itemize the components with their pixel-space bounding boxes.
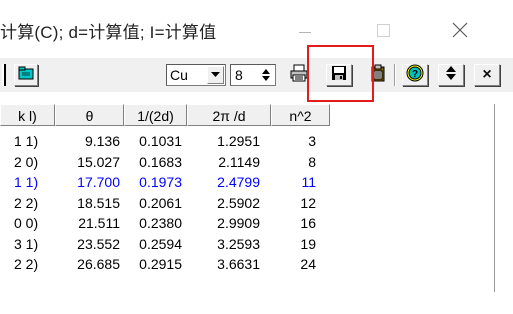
- column-header-2pi-d[interactable]: 2π /d: [187, 104, 271, 126]
- table-cell: 2.5902: [217, 194, 260, 211]
- title-bar: 计算(C); d=计算值; I=计算值: [0, 0, 513, 58]
- table-row[interactable]: 3 1) 23.552 0.2594 3.2593 19: [0, 235, 330, 255]
- table-cell: 24: [300, 256, 316, 272]
- table-cell: 0.2061: [139, 194, 182, 211]
- help-button[interactable]: ?: [402, 64, 428, 86]
- table-cell: 11: [301, 174, 316, 190]
- close-x-icon: ×: [482, 66, 492, 83]
- toolbar-separator: [394, 64, 396, 86]
- table-cell: 3 1): [14, 235, 39, 252]
- table-cell: 18.515: [77, 194, 120, 211]
- spin-value: 8: [235, 67, 243, 83]
- table-header: k l) θ 1/(2d) 2π /d n^2: [0, 104, 494, 128]
- order-spin-field[interactable]: 8: [230, 64, 276, 86]
- table-cell: 26.685: [77, 256, 120, 272]
- table-cell: 3.6631: [217, 256, 260, 272]
- column-header-inv2d[interactable]: 1/(2d): [124, 104, 187, 126]
- table-cell: 2.9909: [217, 215, 260, 231]
- save-icon: [331, 65, 347, 86]
- spin-arrows-icon[interactable]: [257, 66, 274, 84]
- table-row[interactable]: 0 0) 21.511 0.2380 2.9909 16: [0, 214, 330, 234]
- table-cell: 2 0): [14, 153, 39, 170]
- table-cell: 1.2951: [217, 133, 260, 149]
- table-cell: 1 1): [14, 133, 39, 149]
- table-cell: 2 2): [14, 194, 39, 211]
- chevron-down-icon[interactable]: [207, 66, 224, 84]
- minimize-icon[interactable]: [282, 12, 328, 48]
- close-panel-button[interactable]: ×: [474, 64, 500, 86]
- table-cell: 16: [300, 215, 316, 231]
- table-row[interactable]: 1 1) 9.136 0.1031 1.2951 3: [0, 132, 330, 152]
- toolbar: Cu 8 ? ×: [0, 58, 513, 92]
- maximize-icon[interactable]: [360, 12, 406, 48]
- table-cell: 3: [308, 133, 316, 149]
- table-cell: 0.2380: [139, 215, 182, 231]
- results-table: k l) θ 1/(2d) 2π /d n^2 1 1) 9.136 0.1031 1…: [0, 104, 495, 292]
- element-combo-value: Cu: [170, 67, 188, 83]
- toolbar-edge: [2, 64, 6, 86]
- header-fill: [330, 104, 494, 128]
- table-cell: 23.552: [77, 235, 120, 252]
- table-cell: 21.511: [78, 215, 120, 231]
- print-button[interactable]: [286, 64, 312, 86]
- printer-icon: [289, 64, 309, 87]
- table-row[interactable]: 2 0) 15.027 0.1683 2.1149 8: [0, 153, 330, 173]
- clipboard-icon: [370, 64, 386, 87]
- table-cell: 0 0): [14, 215, 39, 231]
- table-cell: 17.700: [77, 174, 120, 190]
- table-row[interactable]: 2 2) 26.685 0.2915 3.6631 24: [0, 255, 330, 275]
- table-cell: 8: [308, 153, 316, 170]
- table-cell: 0.2915: [139, 256, 182, 272]
- table-cell: 0.1683: [139, 153, 182, 170]
- close-icon[interactable]: [437, 12, 483, 48]
- column-header-theta[interactable]: θ: [55, 104, 124, 126]
- sort-icon: [446, 65, 456, 85]
- table-row[interactable]: 1 1) 17.700 0.1973 2.4799 11: [0, 173, 330, 193]
- clipboard-button[interactable]: [366, 64, 390, 86]
- svg-text:?: ?: [412, 69, 418, 80]
- table-cell: 2 2): [14, 256, 39, 272]
- table-cell: 12: [300, 194, 316, 211]
- column-header-hkl[interactable]: k l): [0, 104, 55, 126]
- window-title: 计算(C); d=计算值; I=计算值: [0, 23, 217, 42]
- table-cell: 2.4799: [217, 174, 260, 190]
- table-cell: 3.2593: [217, 235, 260, 252]
- help-icon: ?: [406, 64, 424, 87]
- table-cell: 19: [300, 235, 316, 252]
- open-folder-button[interactable]: [14, 64, 38, 86]
- sort-button[interactable]: [438, 64, 464, 86]
- element-combo[interactable]: Cu: [166, 64, 226, 86]
- folder-icon: [18, 66, 34, 85]
- table-cell: 0.1973: [139, 174, 182, 190]
- table-cell: 0.1031: [139, 133, 182, 149]
- column-header-n2[interactable]: n^2: [271, 104, 330, 126]
- table-row[interactable]: 2 2) 18.515 0.2061 2.5902 12: [0, 194, 330, 214]
- table-cell: 9.136: [84, 133, 120, 149]
- table-cell: 15.027: [77, 153, 120, 170]
- table-cell: 0.2594: [139, 235, 182, 252]
- save-button[interactable]: [326, 64, 352, 86]
- table-cell: 1 1): [14, 174, 39, 190]
- table-cell: 2.1149: [218, 153, 260, 170]
